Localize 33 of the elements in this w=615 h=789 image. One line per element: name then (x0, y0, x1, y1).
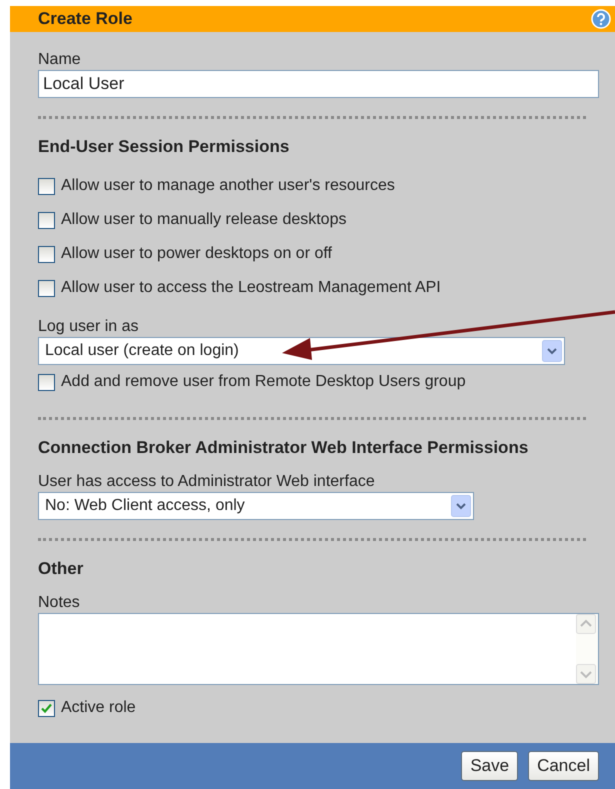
chevron-down-icon (451, 495, 471, 517)
chevron-up-icon (576, 614, 596, 634)
dialog-button[interactable]: Cancel (528, 751, 599, 781)
checkbox-label: Allow user to power desktops on or off (61, 245, 332, 263)
checkbox-label: Allow user to access the Leostream Management API (61, 279, 441, 297)
checkbox-label: Active role (61, 699, 136, 717)
name-field[interactable]: Local User (38, 70, 599, 98)
dropdown-value: Local user (create on login) (45, 342, 239, 360)
checkbox[interactable] (38, 374, 55, 390)
section-heading: Other (38, 559, 84, 580)
section-heading: Connection Broker Administrator Web Interface Permissions (38, 438, 530, 459)
dropdown-value: No: Web Client access, only (45, 497, 245, 515)
chevron-down-icon (576, 664, 596, 684)
field-label: Name (38, 50, 82, 70)
checkbox[interactable] (38, 700, 55, 716)
checkbox-label: Add and remove user from Remote Desktop Users group (61, 373, 466, 391)
field-label: User has access to Administrator Web interface (38, 472, 376, 492)
dropdown[interactable]: No: Web Client access, only (38, 492, 474, 520)
checkbox[interactable] (38, 280, 55, 296)
field-label: Notes (38, 593, 81, 613)
field-label: Log user in as (38, 317, 140, 337)
checkbox[interactable] (38, 178, 55, 194)
checkbox[interactable] (38, 212, 55, 228)
section-heading: End-User Session Permissions (38, 137, 290, 158)
dialog-button[interactable]: Save (461, 751, 518, 781)
help-icon[interactable] (591, 9, 611, 29)
checkbox-label: Allow user to manage another user's resources (61, 177, 395, 195)
checkbox[interactable] (38, 246, 55, 262)
checkbox-label: Allow user to manually release desktops (61, 211, 346, 229)
dialog-title: Create Role (38, 9, 132, 29)
chevron-down-icon (542, 340, 562, 362)
dropdown[interactable]: Local user (create on login) (38, 337, 565, 365)
notes-field[interactable] (38, 613, 599, 685)
